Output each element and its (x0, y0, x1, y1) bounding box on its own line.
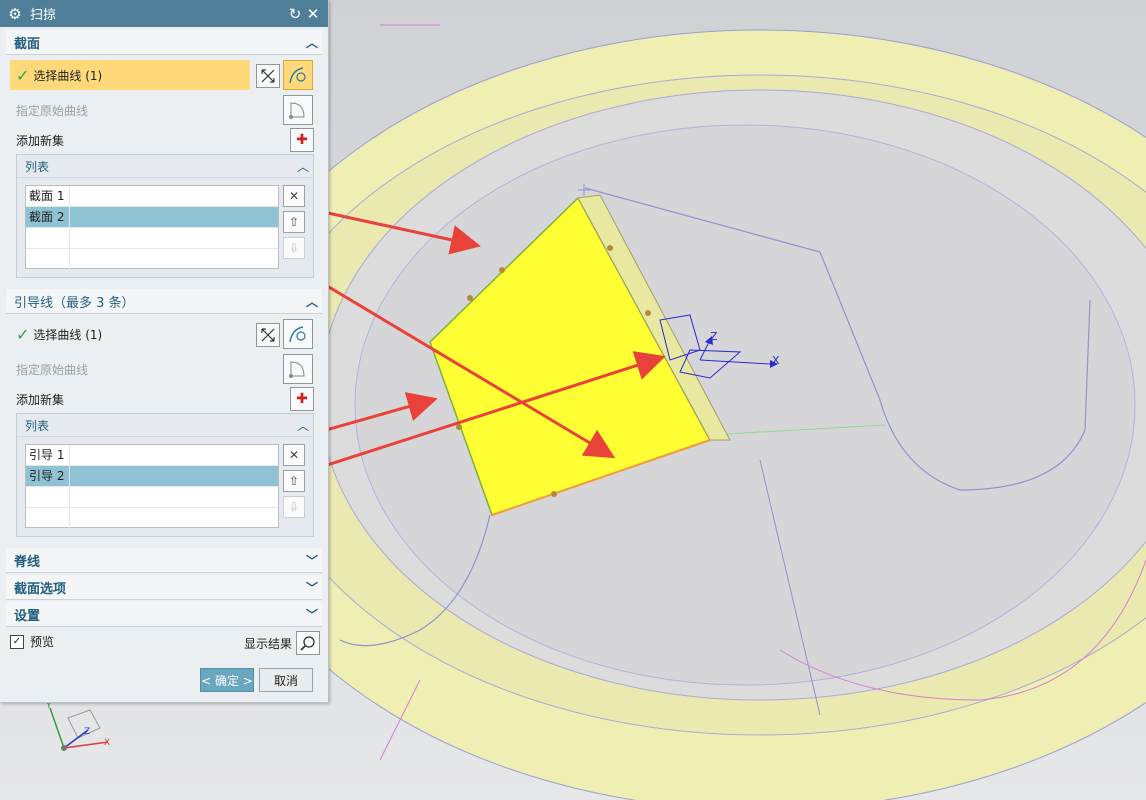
list-item-empty (26, 249, 278, 269)
spine-group-label: 脊线 (14, 554, 41, 570)
list-item[interactable]: 截面 2 (26, 207, 278, 228)
list-item-label: 截面 2 (26, 207, 70, 227)
reverse-direction-button[interactable] (256, 323, 280, 347)
dialog-titlebar[interactable]: ⚙ 扫掠 ↻ ✕ (0, 0, 328, 27)
guide-add-new-set-label: 添加新集 (16, 392, 65, 407)
curve-rule-button[interactable] (283, 60, 313, 90)
chevron-up-icon: ︿ (296, 418, 309, 433)
origin-curve-icon (289, 102, 305, 119)
sweep-dialog: ⚙ 扫掠 ↻ ✕ 截面 ︿ ✓ 选择曲线 (1) 指定原始曲线 添加新集 ✚ 列… (0, 0, 329, 703)
section-select-curve[interactable]: ✓ 选择曲线 (1) (10, 60, 250, 90)
origin-curve-button[interactable] (283, 95, 313, 125)
arrow-down-icon: ⇩ (288, 500, 300, 514)
section-specify-origin-label: 指定原始曲线 (16, 103, 89, 118)
chevron-down-icon: ﹀ (305, 607, 318, 622)
settings-group-label: 设置 (14, 608, 41, 624)
section-options-group-label: 截面选项 (14, 581, 67, 597)
section-options-group-header[interactable]: 截面选项 ﹀ (6, 575, 322, 600)
remove-icon: ✕ (288, 189, 300, 203)
cancel-button[interactable]: 取消 (259, 668, 313, 692)
list-item[interactable]: 引导 2 (26, 466, 278, 487)
list-item-empty (26, 228, 278, 249)
show-result-label: 显示结果 (244, 637, 293, 651)
check-icon: ✓ (16, 324, 30, 344)
dialog-title: 扫掠 (30, 8, 57, 23)
chevron-up-icon: ︿ (296, 159, 309, 174)
origin-curve-icon (289, 361, 305, 378)
remove-icon: ✕ (288, 448, 300, 462)
reset-icon[interactable]: ↻ (286, 5, 304, 23)
chevron-down-icon: ﹀ (305, 553, 318, 568)
curve-select-icon (289, 67, 306, 84)
list-item-label: 截面 1 (26, 186, 70, 206)
guide-add-set-button[interactable]: ✚ (290, 387, 314, 411)
list-item-label: 引导 2 (26, 466, 70, 486)
move-down-button[interactable]: ⇩ (283, 496, 305, 518)
section-list-label: 列表 (25, 159, 50, 174)
guide-add-new-set: 添加新集 (10, 384, 250, 414)
gear-icon: ⚙ (8, 4, 22, 23)
list-item-empty (26, 487, 278, 508)
curve-select-icon (289, 326, 306, 343)
show-result-button[interactable] (296, 631, 320, 655)
section-list-header[interactable]: 列表 ︿ (17, 155, 313, 178)
arrow-up-icon: ⇧ (288, 474, 300, 488)
move-down-button[interactable]: ⇩ (283, 237, 305, 259)
list-item-label: 引导 1 (26, 445, 70, 465)
checkbox-icon: ✓ (10, 634, 24, 649)
triad-z-label: Z (84, 727, 90, 737)
csys-z-label: Z (710, 330, 718, 343)
arrow-down-icon: ⇩ (288, 241, 300, 255)
settings-group-header[interactable]: 设置 ﹀ (6, 602, 322, 627)
chevron-down-icon: ﹀ (305, 580, 318, 595)
chevron-up-icon: ︿ (305, 294, 318, 309)
check-icon: ✓ (16, 65, 30, 85)
guide-select-curve[interactable]: ✓ 选择曲线 (1) (10, 319, 250, 349)
guide-specify-origin-label: 指定原始曲线 (16, 362, 89, 377)
curve-rule-button[interactable] (283, 319, 313, 349)
reverse-direction-icon (261, 69, 275, 83)
csys-x-label: X (772, 354, 780, 367)
guide-select-curve-label: 选择曲线 (1) (33, 327, 103, 342)
section-specify-origin[interactable]: 指定原始曲线 (10, 95, 250, 125)
guide-specify-origin[interactable]: 指定原始曲线 (10, 354, 250, 384)
magnifier-icon (300, 636, 315, 651)
list-item-empty (26, 508, 278, 528)
section-group-header[interactable]: 截面 ︿ (6, 30, 322, 55)
list-item[interactable]: 截面 1 (26, 186, 278, 207)
add-set-icon: ✚ (296, 391, 308, 407)
spine-group-header[interactable]: 脊线 ﹀ (6, 548, 322, 573)
arrow-up-icon: ⇧ (288, 215, 300, 229)
section-add-new-set-label: 添加新集 (16, 133, 65, 148)
remove-button[interactable]: ✕ (283, 444, 305, 466)
guide-group-header[interactable]: 引导线（最多 3 条） ︿ (6, 289, 322, 314)
remove-button[interactable]: ✕ (283, 185, 305, 207)
chevron-up-icon: ︿ (305, 35, 318, 50)
move-up-button[interactable]: ⇧ (283, 211, 305, 233)
preview-label: 预览 (30, 635, 55, 649)
guide-list: 引导 1 引导 2 (25, 444, 279, 528)
section-add-set-button[interactable]: ✚ (290, 128, 314, 152)
list-item[interactable]: 引导 1 (26, 445, 278, 466)
move-up-button[interactable]: ⇧ (283, 470, 305, 492)
section-add-new-set: 添加新集 (10, 125, 250, 155)
section-list: 截面 1 截面 2 (25, 185, 279, 269)
section-select-curve-label: 选择曲线 (1) (33, 68, 103, 83)
guide-group-label: 引导线（最多 3 条） (14, 295, 135, 311)
add-set-icon: ✚ (296, 132, 308, 148)
reverse-direction-icon (261, 328, 275, 342)
triad-x-label: X (104, 738, 110, 748)
reverse-direction-button[interactable] (256, 64, 280, 88)
section-list-panel: 列表 ︿ 截面 1 截面 2 ✕ ⇧ ⇩ (16, 154, 314, 278)
origin-curve-button[interactable] (283, 354, 313, 384)
guide-list-label: 列表 (25, 418, 50, 433)
guide-list-header[interactable]: 列表 ︿ (17, 414, 313, 437)
guide-list-panel: 列表 ︿ 引导 1 引导 2 ✕ ⇧ ⇩ (16, 413, 314, 537)
close-icon[interactable]: ✕ (304, 5, 322, 23)
ok-button[interactable]: < 确定 > (200, 668, 254, 692)
section-group-label: 截面 (14, 36, 41, 52)
preview-checkbox[interactable]: ✓ 预览 (10, 633, 54, 650)
